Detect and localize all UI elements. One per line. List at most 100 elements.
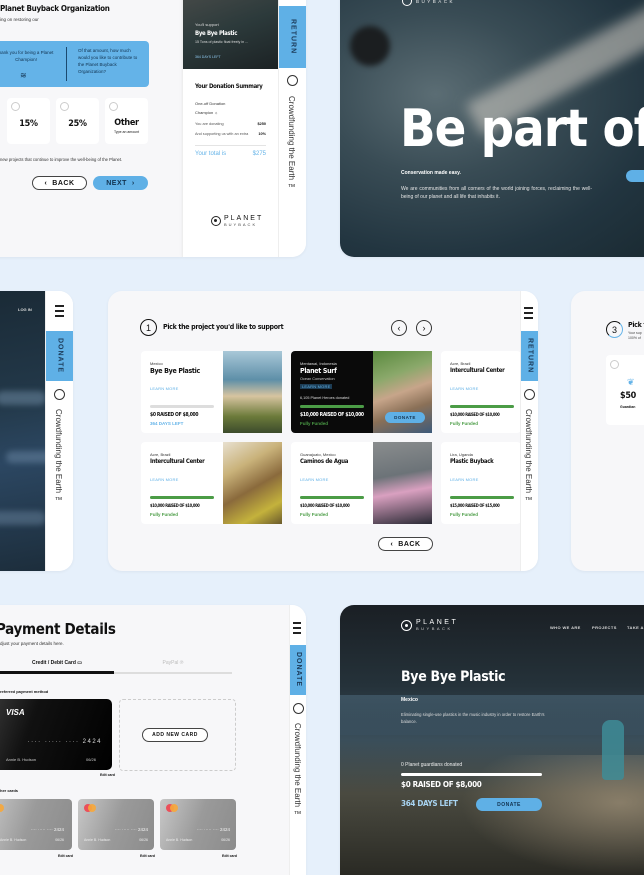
project-card[interactable]: Acre, Brazil Intercultural Center LEARN … (441, 351, 521, 433)
edit-card-link[interactable]: Edit card (58, 854, 73, 858)
hamburger-icon[interactable] (293, 622, 301, 637)
logo-mark-icon (402, 0, 412, 6)
side-nav: RETURN Crowdfunding the Earth ™ (520, 291, 538, 571)
raised-text: $0 RAISED OF $8,000 (150, 412, 199, 418)
project-location: Mentawai, Indonesia (300, 361, 337, 366)
back-button[interactable]: ‹ BACK (378, 537, 433, 551)
hamburger-icon[interactable] (287, 0, 299, 3)
card-number: ···· ····· ···· 2424 (114, 827, 148, 832)
learn-more-link[interactable]: LEARN MORE (150, 477, 178, 482)
chevron-left-icon: ‹ (44, 179, 48, 187)
total-row: Your total is $275 (195, 151, 266, 157)
summary-panel: You'll support Bye Bye Plastic 15 Tons o… (182, 0, 306, 257)
visa-card[interactable]: VISA ···· ····· ···· 2424 Annie B. Hudso… (0, 699, 112, 770)
user-icon[interactable] (54, 389, 65, 400)
project-name: Intercultural Center (150, 458, 205, 465)
thumb-project-desc: 15 Tons of plastic float freely in ... (195, 40, 249, 44)
tier-title: Pick t (628, 321, 644, 329)
nav-link[interactable]: WHO WE ARE (550, 625, 581, 630)
login-link[interactable]: LOG IN (18, 307, 32, 312)
tab-inactive-underline (114, 672, 232, 674)
learn-more-link[interactable]: LEARN MORE (450, 477, 478, 482)
project-detail-panel: PLANET BUYBACK WHO WE ARE PROJECTS TAKE A… (340, 605, 644, 875)
back-button[interactable]: ‹ BACK (32, 176, 87, 190)
mobile-panel: LOG IN DONATE Crowdfunding the Earth ™ (0, 291, 73, 571)
prev-arrow-button[interactable]: ‹ (391, 320, 407, 336)
add-new-card-button[interactable]: ADD NEW CARD (142, 728, 208, 742)
option-25[interactable]: 25% (56, 98, 99, 144)
learn-more-link[interactable]: LEARN MORE (300, 384, 333, 389)
project-image (223, 442, 282, 524)
tier-name: Guardian (620, 405, 636, 409)
user-icon[interactable] (293, 703, 304, 714)
project-card[interactable]: Lira, Uganda Plastic Buyback LEARN MORE … (441, 442, 521, 524)
next-button[interactable]: NEXT › (93, 176, 148, 190)
other-card[interactable]: ···· ····· ···· 2424 Annie B. Hudson 06/… (78, 799, 154, 850)
option-15[interactable]: 15% (7, 98, 50, 144)
project-name: Bye Bye Plastic (150, 367, 200, 375)
return-tab[interactable]: RETURN (279, 6, 306, 68)
funded-status: Fully Funded (450, 512, 478, 517)
nav-link[interactable]: PROJECTS (592, 625, 617, 630)
support-label: You'll support (195, 22, 219, 27)
hamburger-icon[interactable] (55, 305, 64, 320)
project-card[interactable]: Acre, Brazil Intercultural Center LEARN … (141, 442, 282, 524)
cloud (0, 511, 46, 525)
project-card[interactable]: Guanajuato, Mexico Caminos de Agua LEARN… (291, 442, 432, 524)
progress-fill (300, 405, 364, 408)
detail-logo: PLANET BUYBACK (401, 619, 458, 631)
hero-body: We are communities from all corners of t… (401, 186, 592, 200)
return-tab[interactable]: RETURN (521, 331, 538, 381)
option-radio[interactable] (60, 102, 69, 111)
project-card[interactable]: Mexico Bye Bye Plastic LEARN MORE $0 RAI… (141, 351, 282, 433)
project-name: Planet Surf (300, 367, 337, 375)
progress-track (450, 496, 514, 499)
learn-more-link[interactable]: LEARN MORE (150, 386, 178, 391)
edit-card-link[interactable]: Edit card (140, 854, 155, 858)
donation-percent-panel: Planet Buyback Organization ing on resto… (0, 0, 182, 257)
project-desc: Ocean Conservation (300, 377, 335, 381)
summary-title: Your Donation Summary (195, 83, 263, 90)
user-icon[interactable] (524, 389, 535, 400)
card-holder: Annie B. Hudson (166, 838, 193, 842)
hero-cta-button[interactable] (626, 170, 644, 182)
sun-icon: ☼ (214, 110, 219, 115)
funded-status: Fully Funded (450, 421, 478, 426)
card-holder: Annie B. Hudson (84, 838, 111, 842)
donate-button[interactable]: DONATE (476, 798, 542, 811)
other-card[interactable]: ···· ····· ···· 2424 Annie B. Hudson 06/… (160, 799, 236, 850)
donate-button[interactable]: DONATE (385, 412, 425, 423)
mastercard-icon (166, 804, 178, 812)
add-card-area: ADD NEW CARD (119, 699, 236, 771)
tier-amount: $50 (620, 391, 637, 401)
other-card[interactable]: ···· ····· ···· 2424 Annie B. Hudson 06/… (0, 799, 72, 850)
learn-more-link[interactable]: LEARN MORE (300, 477, 328, 482)
edit-card-link[interactable]: Edit card (100, 773, 115, 777)
side-nav: DONATE Crowdfunding the Earth ™ (289, 605, 306, 875)
hamburger-icon[interactable] (524, 307, 533, 322)
preferred-label: referred payment method (0, 689, 49, 694)
tab-card[interactable]: Credit / Debit Card ▭ (0, 660, 114, 666)
learn-more-link[interactable]: LEARN MORE (450, 386, 478, 391)
donate-tab[interactable]: DONATE (46, 331, 73, 381)
edit-card-link[interactable]: Edit card (222, 854, 237, 858)
option-radio[interactable] (11, 102, 20, 111)
user-icon[interactable] (287, 75, 298, 86)
card-number: ···· ····· ···· 2424 (196, 827, 230, 832)
next-arrow-button[interactable]: › (416, 320, 432, 336)
tier-card[interactable]: ❦ $50 Guardian (606, 355, 644, 425)
tier-radio[interactable] (610, 360, 619, 369)
option-other[interactable]: Other Type an amount (105, 98, 148, 144)
nav-link[interactable]: TAKE AC (627, 625, 644, 630)
progress-fill (450, 405, 514, 408)
option-label: 25% (68, 119, 87, 129)
card-exp: 06/26 (55, 838, 64, 842)
question-text: Of that amount, how much would you like … (78, 48, 138, 74)
tab-paypal[interactable]: PayPal ℗ (114, 660, 232, 666)
option-radio[interactable] (109, 102, 118, 111)
crowdfunding-text: Crowdfunding the Earth ™ (54, 409, 63, 505)
project-card-highlighted[interactable]: Mentawai, Indonesia Planet Surf Ocean Co… (291, 351, 432, 433)
donors-text: 0 Planet guardians donated (401, 762, 463, 768)
donate-tab[interactable]: DONATE (290, 645, 306, 695)
project-name: Intercultural Center (450, 367, 505, 374)
